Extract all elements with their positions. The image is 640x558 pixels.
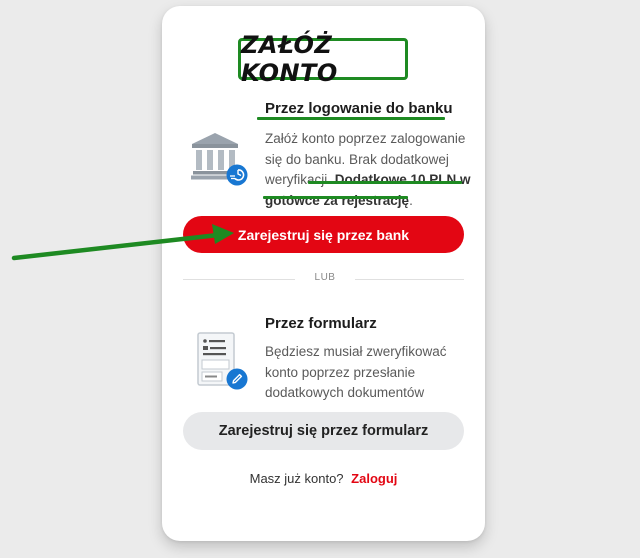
register-form-button-label: Zarejestruj się przez formularz — [218, 423, 429, 439]
bonus-annotation-underline — [263, 196, 408, 199]
bank-desc-line: się do banku. Brak dodatkowej — [265, 151, 449, 167]
title-highlight-box: ZAŁÓŻ KONTO — [238, 31, 408, 87]
form-option-description: Będziesz musiał zweryfikować konto poprz… — [265, 342, 447, 404]
divider-label: LUB — [314, 272, 336, 283]
register-bank-button[interactable]: Zarejestruj się przez bank — [183, 216, 464, 253]
heading-annotation-underline — [257, 117, 445, 120]
register-bank-button-label: Zarejestruj się przez bank — [237, 226, 410, 243]
form-desc-line: Będziesz musiał zweryfikować — [265, 344, 447, 359]
bank-option-heading: Przez logowanie do banku — [265, 100, 453, 117]
login-link[interactable]: Zaloguj — [351, 471, 397, 486]
bonus-text: Dodatkowe 10 PLN w — [334, 172, 471, 187]
form-desc-line: dodatkowych dokumentów — [265, 385, 425, 400]
divider-line-left — [183, 279, 295, 280]
pencil-icon — [226, 368, 248, 390]
bank-option-description: Załóż konto poprzez zalogowanie się do b… — [265, 129, 471, 211]
login-prompt: Masz już konto? Zaloguj — [162, 471, 485, 486]
bank-desc-line: weryfikacji. — [265, 172, 332, 187]
divider-line-right — [355, 279, 464, 280]
login-question: Masz już konto? — [249, 471, 344, 486]
register-form-button[interactable]: Zarejestruj się przez formularz — [183, 412, 464, 450]
bonus-text: gotówce za rejestrację — [265, 192, 410, 208]
fast-transfer-icon — [226, 164, 248, 186]
form-desc-line: konto poprzez przesłanie — [265, 364, 416, 380]
bank-desc-period: . — [409, 192, 413, 208]
bank-desc-line: Załóż konto poprzez zalogowanie — [265, 131, 466, 146]
bonus-annotation-underline — [308, 181, 462, 184]
page-title: ZAŁÓŻ KONTO — [241, 31, 338, 87]
form-option-heading: Przez formularz — [265, 315, 377, 332]
